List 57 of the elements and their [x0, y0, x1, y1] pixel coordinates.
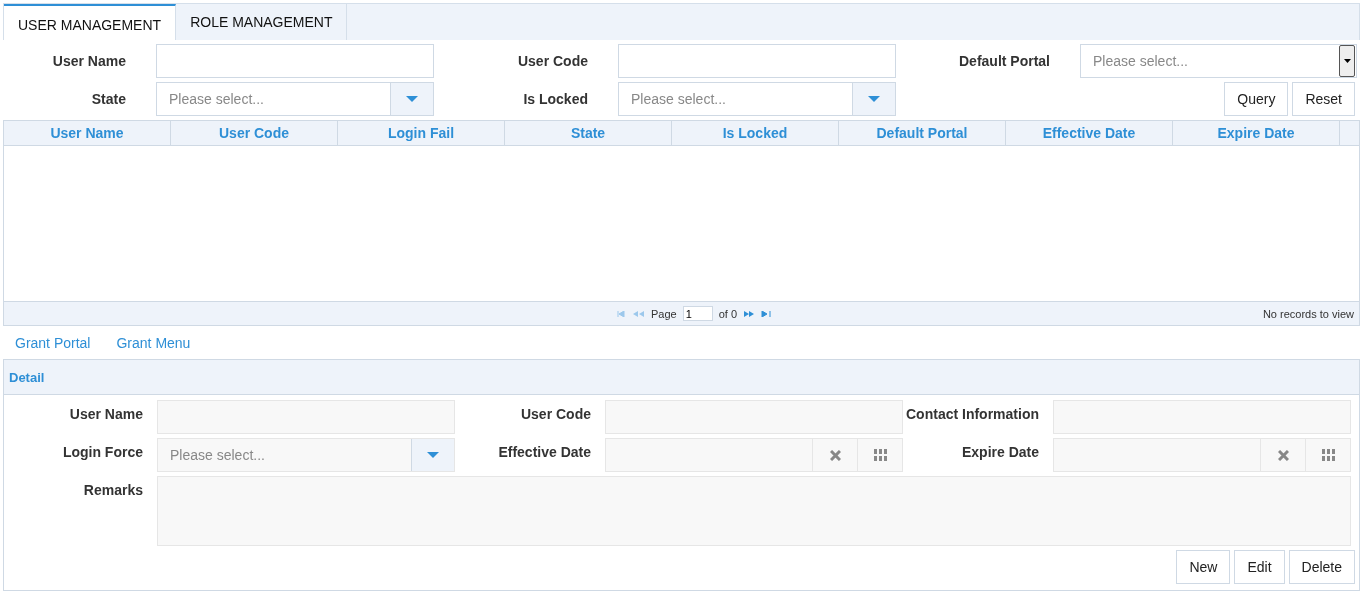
select-field[interactable]: Please select...: [1080, 44, 1357, 78]
date-field[interactable]: [1053, 438, 1351, 472]
last-page-icon[interactable]: [761, 310, 772, 317]
action-button[interactable]: Query: [1224, 82, 1289, 116]
field-label: User Code: [519, 405, 592, 424]
link[interactable]: Grant Portal: [15, 335, 91, 351]
field-label: Effective Date: [497, 443, 592, 462]
input-field[interactable]: [156, 44, 434, 78]
calendar-grid-icon: [873, 449, 887, 461]
column-header[interactable]: User Code: [171, 121, 338, 145]
remarks-field[interactable]: [157, 476, 1351, 546]
column-header[interactable]: State: [505, 121, 672, 145]
records-status: No records to view: [1262, 307, 1355, 320]
field-label: Remarks: [82, 481, 144, 500]
field-label: Default Portal: [958, 53, 1051, 69]
caret-icon: [868, 96, 880, 102]
caret-icon: [1343, 59, 1351, 63]
field-label: User Code: [516, 53, 589, 69]
previous-page-icon[interactable]: [633, 310, 645, 317]
calendar-grid-icon: [1321, 449, 1335, 461]
page-input[interactable]: 1: [682, 306, 713, 321]
column-header[interactable]: Expire Date: [1173, 121, 1340, 145]
field-label: Contact Information: [905, 405, 1040, 424]
select-field[interactable]: Please select...: [618, 82, 896, 116]
action-button[interactable]: Edit: [1234, 550, 1285, 584]
input-field[interactable]: [618, 44, 896, 78]
page-label: Page: [651, 307, 677, 320]
column-header[interactable]: Is Locked: [672, 121, 839, 145]
action-button[interactable]: Delete: [1288, 550, 1355, 584]
first-page-icon[interactable]: [617, 310, 627, 317]
field-label: User Name: [51, 53, 127, 69]
column-header[interactable]: Effective Date: [1006, 121, 1173, 145]
link[interactable]: Grant Menu: [116, 335, 191, 351]
select-field[interactable]: Please select...: [157, 438, 455, 472]
select-field[interactable]: Please select...: [156, 82, 434, 116]
next-page-icon[interactable]: [743, 310, 756, 317]
tab[interactable]: USER MANAGEMENT: [4, 4, 177, 40]
close-icon: [1277, 449, 1289, 461]
page-count: of 0: [718, 307, 738, 320]
field-label: Is Locked: [522, 91, 589, 107]
action-button[interactable]: Reset: [1292, 82, 1355, 116]
date-field[interactable]: [605, 438, 903, 472]
column-header[interactable]: User Name: [4, 121, 171, 145]
caret-icon: [406, 96, 418, 102]
input-field[interactable]: [605, 400, 903, 434]
input-field[interactable]: [1053, 400, 1351, 434]
field-label: Login Force: [61, 443, 144, 462]
panel-title: Detail: [9, 369, 45, 385]
caret-icon: [427, 452, 439, 458]
input-field[interactable]: [157, 400, 455, 434]
column-header[interactable]: Login Fail: [338, 121, 505, 145]
close-icon: [829, 449, 841, 461]
field-label: User Name: [68, 405, 144, 424]
action-button[interactable]: New: [1176, 550, 1231, 584]
field-label: Expire Date: [960, 443, 1040, 462]
field-label: State: [90, 91, 127, 107]
column-header[interactable]: Default Portal: [839, 121, 1006, 145]
